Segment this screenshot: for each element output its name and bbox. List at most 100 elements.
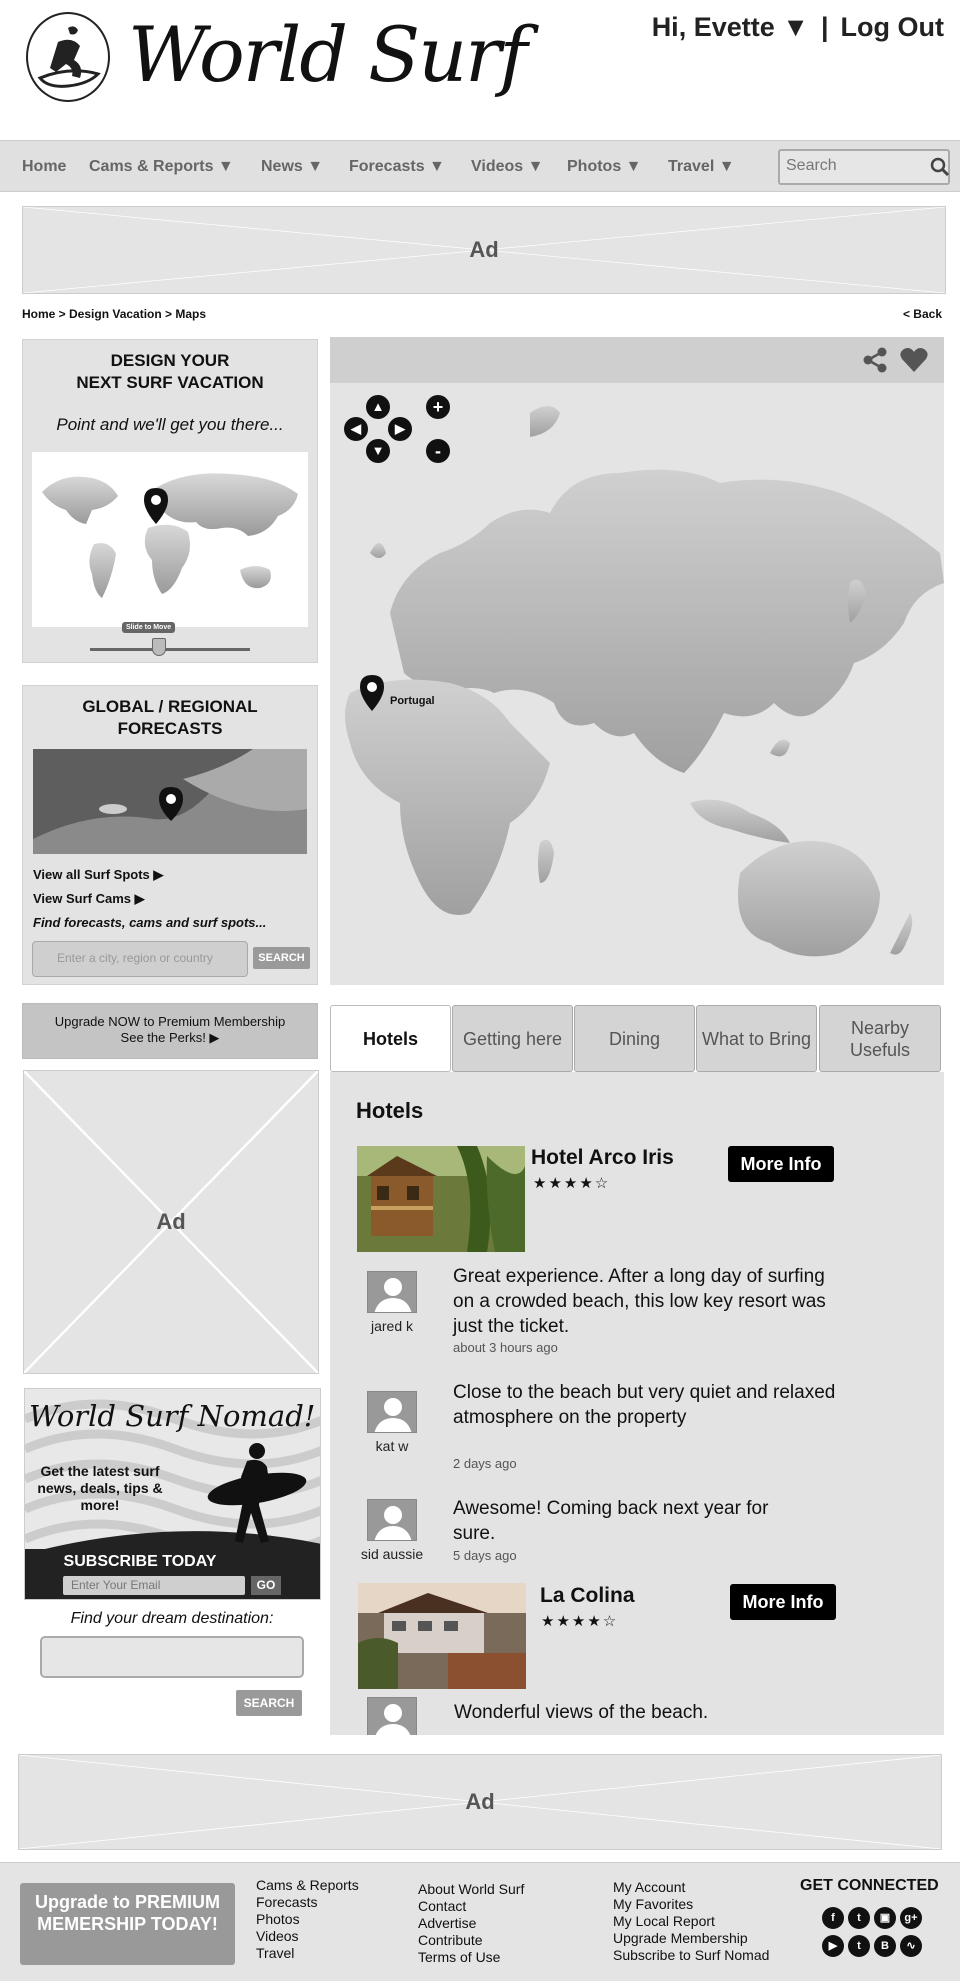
tumblr-icon[interactable]: t <box>848 1935 870 1957</box>
footer-link[interactable]: My Local Report <box>613 1913 769 1930</box>
nomad-newsletter-banner: World Surf Nomad! Get the latest surf ne… <box>24 1388 321 1600</box>
rss-icon[interactable]: ∿ <box>900 1935 922 1957</box>
promo-line2[interactable]: See the Perks! ▶ <box>23 1030 317 1046</box>
design-title-line2: NEXT SURF VACATION <box>76 373 264 392</box>
google-plus-icon[interactable]: g+ <box>900 1907 922 1929</box>
review-time: 2 days ago <box>453 1456 517 1471</box>
ad-label: Ad <box>465 1789 495 1814</box>
hotel-name[interactable]: La Colina <box>540 1584 635 1608</box>
zoom-in-icon[interactable]: + <box>426 395 450 419</box>
tab-hotels[interactable]: Hotels <box>330 1005 451 1072</box>
footer-link[interactable]: Contribute <box>418 1932 524 1949</box>
footer-link[interactable]: My Account <box>613 1879 769 1896</box>
tab-what-to-bring[interactable]: What to Bring <box>696 1005 817 1072</box>
search-icon[interactable] <box>930 157 950 182</box>
more-info-button[interactable]: More Info <box>730 1584 836 1620</box>
bottom-ad-banner[interactable]: Ad <box>18 1754 942 1850</box>
breadcrumb[interactable]: Home > Design Vacation > Maps <box>22 307 206 321</box>
reviewer-name[interactable]: jared k <box>352 1318 432 1334</box>
design-title-line1: DESIGN YOUR <box>110 351 230 370</box>
footer-link[interactable]: Photos <box>256 1911 359 1928</box>
reviewer-name[interactable]: kat w <box>352 1438 432 1454</box>
view-surf-cams-link[interactable]: View Surf Cams ▶ <box>33 891 145 907</box>
logout-link[interactable]: Log Out <box>841 12 944 42</box>
portugal-pin-label[interactable]: Portugal <box>390 695 435 707</box>
newsletter-go-button[interactable]: GO <box>251 1576 281 1595</box>
newsletter-email-input[interactable]: Enter Your Email <box>63 1576 245 1595</box>
slider-track[interactable] <box>90 648 250 651</box>
nav-news[interactable]: News ▼ <box>261 158 323 176</box>
user-menu: Hi, Evette ▼ | Log Out <box>646 12 950 43</box>
more-info-button[interactable]: More Info <box>728 1146 834 1182</box>
nav-forecasts[interactable]: Forecasts ▼ <box>349 158 445 176</box>
map-slider[interactable]: Slide to Move <box>90 620 250 660</box>
tab-getting-here[interactable]: Getting here <box>452 1005 573 1072</box>
footer-link[interactable]: Contact <box>418 1898 524 1915</box>
tab-nearby-usefuls[interactable]: Nearby Usefuls <box>819 1005 941 1072</box>
user-greeting[interactable]: Hi, Evette ▼ <box>652 12 809 42</box>
heart-favorite-icon[interactable] <box>900 347 928 378</box>
footer-link[interactable]: Travel <box>256 1945 359 1962</box>
footer: Upgrade to PREMIUM MEMERSHIP TODAY! Cams… <box>0 1862 960 1981</box>
forecast-search-button[interactable]: SEARCH <box>253 947 310 969</box>
pan-up-icon[interactable]: ▲ <box>366 395 390 419</box>
site-logo-text[interactable]: World Surf <box>128 10 528 99</box>
footer-link[interactable]: Upgrade Membership <box>613 1930 769 1947</box>
reviewer-name[interactable]: sid aussie <box>352 1546 432 1562</box>
forecast-location-input[interactable]: Enter a city, region or country <box>32 941 248 977</box>
design-tagline: Point and we'll get you there... <box>56 415 284 434</box>
footer-upgrade-button[interactable]: Upgrade to PREMIUM MEMERSHIP TODAY! <box>20 1883 235 1965</box>
instagram-icon[interactable]: ▣ <box>874 1907 896 1929</box>
hotel-la-colina-photo[interactable] <box>358 1583 526 1689</box>
pan-left-icon[interactable]: ◀ <box>344 417 368 441</box>
dream-destination-label: Find your dream destination: <box>70 1610 274 1627</box>
nav-cams-reports[interactable]: Cams & Reports ▼ <box>89 158 234 176</box>
footer-col-sections: Cams & Reports Forecasts Photos Videos T… <box>256 1877 359 1962</box>
forecast-satellite-image[interactable] <box>33 749 307 854</box>
tab-dining[interactable]: Dining <box>574 1005 695 1072</box>
twitter-icon[interactable]: t <box>848 1907 870 1929</box>
slider-label: Slide to Move <box>122 622 176 633</box>
facebook-icon[interactable]: f <box>822 1907 844 1929</box>
footer-link[interactable]: Forecasts <box>256 1894 359 1911</box>
nav-videos[interactable]: Videos ▼ <box>471 158 543 176</box>
promo-line1: Upgrade NOW to Premium Membership <box>54 1014 286 1029</box>
blogger-icon[interactable]: B <box>874 1935 896 1957</box>
footer-link[interactable]: About World Surf <box>418 1881 524 1898</box>
nav-home[interactable]: Home <box>22 158 66 176</box>
footer-link[interactable]: Subscribe to Surf Nomad <box>613 1947 769 1964</box>
side-ad[interactable]: Ad <box>23 1070 319 1374</box>
get-connected-heading: GET CONNECTED <box>800 1877 939 1894</box>
footer-link[interactable]: Cams & Reports <box>256 1877 359 1894</box>
dream-destination-input[interactable] <box>40 1636 304 1678</box>
back-link[interactable]: < Back <box>903 307 942 321</box>
footer-link[interactable]: Terms of Use <box>418 1949 524 1966</box>
nav-travel[interactable]: Travel ▼ <box>668 158 735 176</box>
pan-down-icon[interactable]: ▼ <box>366 439 390 463</box>
nomad-description: Get the latest surf news, deals, tips & … <box>37 1463 163 1513</box>
hotel-arco-iris-photo[interactable] <box>357 1146 525 1252</box>
dream-search-button[interactable]: SEARCH <box>236 1690 302 1716</box>
nav-photos[interactable]: Photos ▼ <box>567 158 642 176</box>
search-input[interactable]: Search <box>778 149 950 185</box>
star-rating-icon: ★★★★☆ <box>533 1175 611 1192</box>
footer-link[interactable]: Videos <box>256 1928 359 1945</box>
pan-right-icon[interactable]: ▶ <box>388 417 412 441</box>
zoom-out-icon[interactable]: - <box>426 439 450 463</box>
subscribe-heading: SUBSCRIBE TODAY <box>63 1553 217 1570</box>
hotel-name[interactable]: Hotel Arco Iris <box>531 1146 674 1170</box>
top-ad-banner[interactable]: Ad <box>22 206 946 294</box>
premium-upgrade-promo[interactable]: Upgrade NOW to Premium Membership See th… <box>22 1003 318 1059</box>
logo-icon[interactable] <box>26 12 110 102</box>
user-avatar-icon <box>367 1391 417 1433</box>
interactive-map[interactable]: Portugal ▲ ◀ ▶ ▼ + - <box>330 383 944 985</box>
share-icon[interactable] <box>862 347 888 378</box>
ad-label: Ad <box>156 1209 186 1234</box>
footer-link[interactable]: Advertise <box>418 1915 524 1932</box>
view-surf-spots-link[interactable]: View all Surf Spots ▶ <box>33 867 163 883</box>
slider-handle[interactable] <box>152 638 166 656</box>
footer-link[interactable]: My Favorites <box>613 1896 769 1913</box>
youtube-icon[interactable]: ▶ <box>822 1935 844 1957</box>
star-rating-icon: ★★★★☆ <box>541 1613 619 1630</box>
mini-world-map[interactable] <box>32 452 308 627</box>
